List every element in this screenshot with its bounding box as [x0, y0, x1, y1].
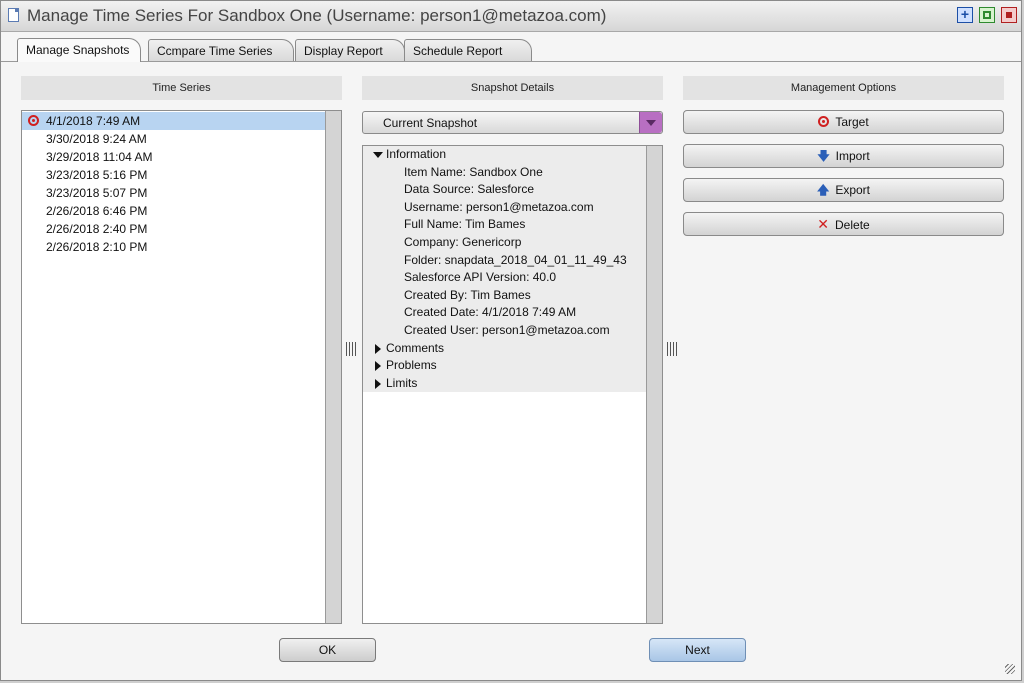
time-series-item[interactable]: 4/1/2018 7:49 AM: [22, 112, 341, 130]
target-button-label: Target: [835, 115, 869, 129]
title-bar[interactable]: Manage Time Series For Sandbox One (User…: [1, 1, 1021, 32]
time-series-item[interactable]: 3/30/2018 9:24 AM: [22, 130, 341, 148]
tab-compare-time-series[interactable]: Ccmpare Time Series: [148, 39, 294, 61]
tree-leaf: Created By: Tim Bames: [363, 286, 647, 305]
right-splitter-handle[interactable]: [667, 342, 677, 356]
time-series-item-label: 2/26/2018 6:46 PM: [46, 204, 148, 218]
snapshot-select[interactable]: Current Snapshot: [362, 111, 663, 134]
tree-leaf: Company: Genericorp: [363, 233, 647, 252]
time-series-item[interactable]: 3/29/2018 11:04 AM: [22, 148, 341, 166]
tree-node-limits[interactable]: Limits: [363, 374, 647, 393]
tab-manage-snapshots[interactable]: Manage Snapshots: [17, 38, 141, 62]
tab-schedule-report[interactable]: Schedule Report: [404, 39, 532, 61]
chevron-down-icon[interactable]: [639, 112, 662, 133]
left-splitter-handle[interactable]: [346, 342, 356, 356]
target-icon: [818, 116, 830, 127]
snapshot-details-tree[interactable]: Information Item Name: Sandbox One Data …: [362, 145, 663, 624]
caret-down-icon[interactable]: [373, 152, 383, 158]
management-options-header: Management Options: [683, 76, 1004, 100]
resize-grip-icon[interactable]: [1005, 664, 1015, 674]
time-series-item-label: 3/23/2018 5:16 PM: [46, 168, 148, 182]
caret-right-icon[interactable]: [375, 378, 381, 389]
export-button-label: Export: [835, 183, 871, 197]
tree-leaf: Full Name: Tim Bames: [363, 216, 647, 234]
tree-node-label: Limits: [386, 375, 418, 390]
time-series-item[interactable]: 2/26/2018 2:10 PM: [22, 238, 341, 256]
tree-leaf: Username: person1@metazoa.com: [363, 198, 647, 217]
time-series-item-label: 3/29/2018 11:04 AM: [46, 150, 153, 164]
delete-button[interactable]: ✕ Delete: [683, 212, 1004, 236]
restore-button[interactable]: [979, 7, 995, 23]
tree-leaf: Created User: person1@metazoa.com: [363, 321, 647, 340]
delete-x-icon: ✕: [817, 216, 830, 232]
time-series-item-label: 3/23/2018 5:07 PM: [46, 186, 148, 200]
time-series-item-label: 2/26/2018 2:40 PM: [46, 222, 148, 236]
snapshot-details-header: Snapshot Details: [362, 76, 663, 100]
snapshot-select-value: Current Snapshot: [383, 116, 478, 130]
arrow-up-icon: 🡅: [816, 183, 830, 197]
tree-leaf: Created Date: 4/1/2018 7:49 AM: [363, 304, 647, 322]
arrow-down-icon: 🡇: [817, 149, 830, 163]
manage-time-series-window: Manage Time Series For Sandbox One (User…: [0, 0, 1022, 681]
tree-node-information[interactable]: Information: [363, 146, 647, 164]
time-series-header: Time Series: [21, 76, 342, 100]
caret-right-icon[interactable]: [375, 343, 381, 354]
time-series-scrollbar[interactable]: [325, 111, 341, 623]
time-series-item-label: 4/1/2018 7:49 AM: [46, 114, 141, 128]
tree-node-label: Problems: [386, 358, 437, 373]
delete-button-label: Delete: [835, 218, 870, 232]
tree-node-comments[interactable]: Comments: [363, 339, 647, 358]
document-icon: [8, 8, 19, 22]
time-series-item[interactable]: 3/23/2018 5:07 PM: [22, 184, 341, 202]
time-series-item-label: 3/30/2018 9:24 AM: [46, 132, 147, 146]
import-button-label: Import: [835, 149, 870, 163]
snapshot-details-scrollbar[interactable]: [646, 146, 662, 623]
target-button[interactable]: Target: [683, 110, 1004, 134]
target-icon: [28, 115, 39, 126]
time-series-item[interactable]: 2/26/2018 6:46 PM: [22, 202, 341, 220]
next-button[interactable]: Next: [649, 638, 746, 662]
import-button[interactable]: 🡇 Import: [683, 144, 1004, 168]
tree-leaf: Salesforce API Version: 40.0: [363, 269, 647, 287]
tree-leaf: Item Name: Sandbox One: [363, 163, 647, 182]
time-series-item[interactable]: 2/26/2018 2:40 PM: [22, 220, 341, 238]
tree-node-label: Information: [386, 147, 447, 161]
time-series-item-label: 2/26/2018 2:10 PM: [46, 240, 148, 254]
tab-display-report[interactable]: Display Report: [295, 39, 405, 61]
tree-leaf: Folder: snapdata_2018_04_01_11_49_43: [363, 251, 647, 270]
export-button[interactable]: 🡅 Export: [683, 178, 1004, 202]
tree-node-label: Comments: [386, 340, 445, 355]
tab-strip: Manage Snapshots Ccmpare Time Series Dis…: [1, 31, 1021, 62]
close-button[interactable]: [1001, 7, 1017, 23]
caret-right-icon[interactable]: [375, 361, 381, 372]
tree-leaf: Data Source: Salesforce: [363, 181, 647, 199]
time-series-item[interactable]: 3/23/2018 5:16 PM: [22, 166, 341, 184]
ok-button[interactable]: OK: [279, 638, 376, 662]
time-series-list[interactable]: 4/1/2018 7:49 AM 3/30/2018 9:24 AM 3/29/…: [21, 110, 342, 624]
tree-node-problems[interactable]: Problems: [363, 357, 647, 375]
window-title: Manage Time Series For Sandbox One (User…: [27, 6, 607, 25]
maximize-button[interactable]: +: [957, 7, 973, 23]
